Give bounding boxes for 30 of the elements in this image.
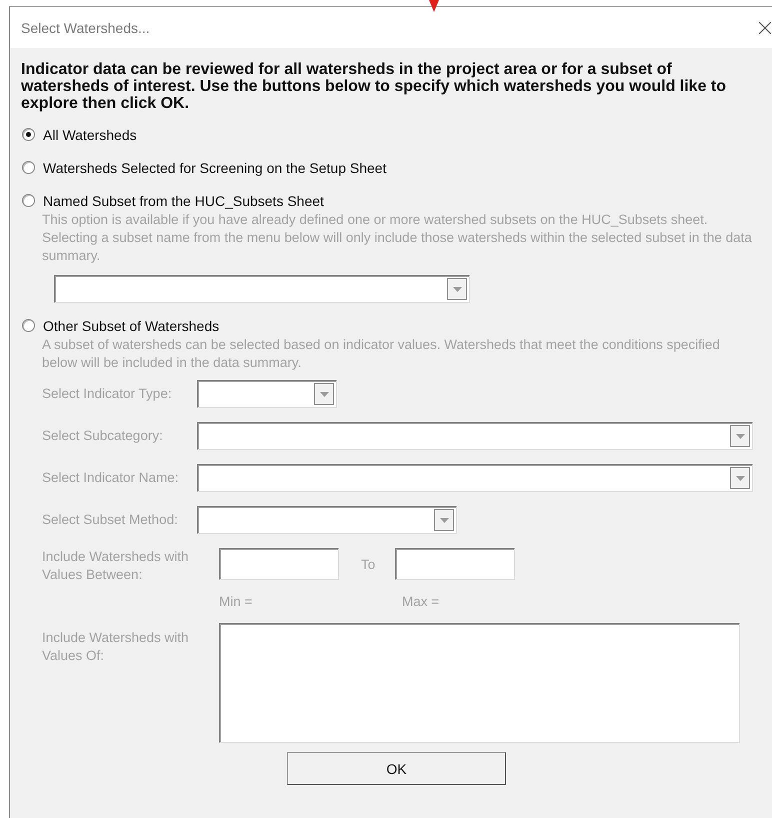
dropdown-field[interactable] bbox=[197, 380, 337, 408]
values-list-box[interactable] bbox=[219, 623, 740, 743]
ok-button[interactable]: OK bbox=[287, 752, 506, 785]
field-label: Include Watersheds with Values Of: bbox=[42, 629, 190, 665]
max-label: Max = bbox=[401, 594, 440, 609]
dropdown-field[interactable] bbox=[54, 275, 470, 303]
field-label: Select Subset Method: bbox=[42, 511, 179, 529]
dropdown-field[interactable] bbox=[197, 506, 457, 534]
option-description: This option is available if you have already defined one or more watershed subsets on the HUC_Subsets sheet. Selecting a subset name from the menu below will only include those watersheds within the selected subset in the data summary. bbox=[42, 211, 753, 265]
radio-option[interactable]: All Watersheds bbox=[21, 118, 137, 151]
field-label: Select Indicator Type: bbox=[42, 385, 173, 403]
dropdown-field[interactable] bbox=[197, 422, 753, 450]
instructions-text: Indicator data can be reviewed for all watersheds in the project area or for a subset of watersheds of interest. Use the buttons below to specify which watersheds you would like to explore then click OK. bbox=[21, 61, 728, 112]
option-description: A subset of watersheds can be selected based on indicator values. Watersheds that meet the conditions specified below will be included in the data summary. bbox=[42, 336, 721, 372]
dropdown-field[interactable] bbox=[197, 464, 753, 492]
caret-icon bbox=[440, 518, 448, 522]
field-label: Select Subcategory: bbox=[42, 427, 164, 445]
min-label: Min = bbox=[219, 594, 254, 609]
caret-icon bbox=[736, 434, 744, 438]
radio-option[interactable]: Watersheds Selected for Screening on the Setup Sheet bbox=[21, 151, 386, 184]
separator-label: To bbox=[360, 556, 376, 572]
caret-icon bbox=[736, 476, 744, 480]
triangle-marker-icon bbox=[429, 0, 439, 12]
field-label: Select Indicator Name: bbox=[42, 469, 180, 487]
caret-icon bbox=[320, 392, 328, 396]
max-input-field[interactable] bbox=[395, 548, 515, 580]
caret-icon bbox=[452, 286, 462, 292]
min-input-field[interactable] bbox=[219, 548, 339, 580]
window-title: Select Watersheds... bbox=[21, 20, 150, 36]
field-label: Include Watersheds with Values Between: bbox=[42, 548, 190, 584]
